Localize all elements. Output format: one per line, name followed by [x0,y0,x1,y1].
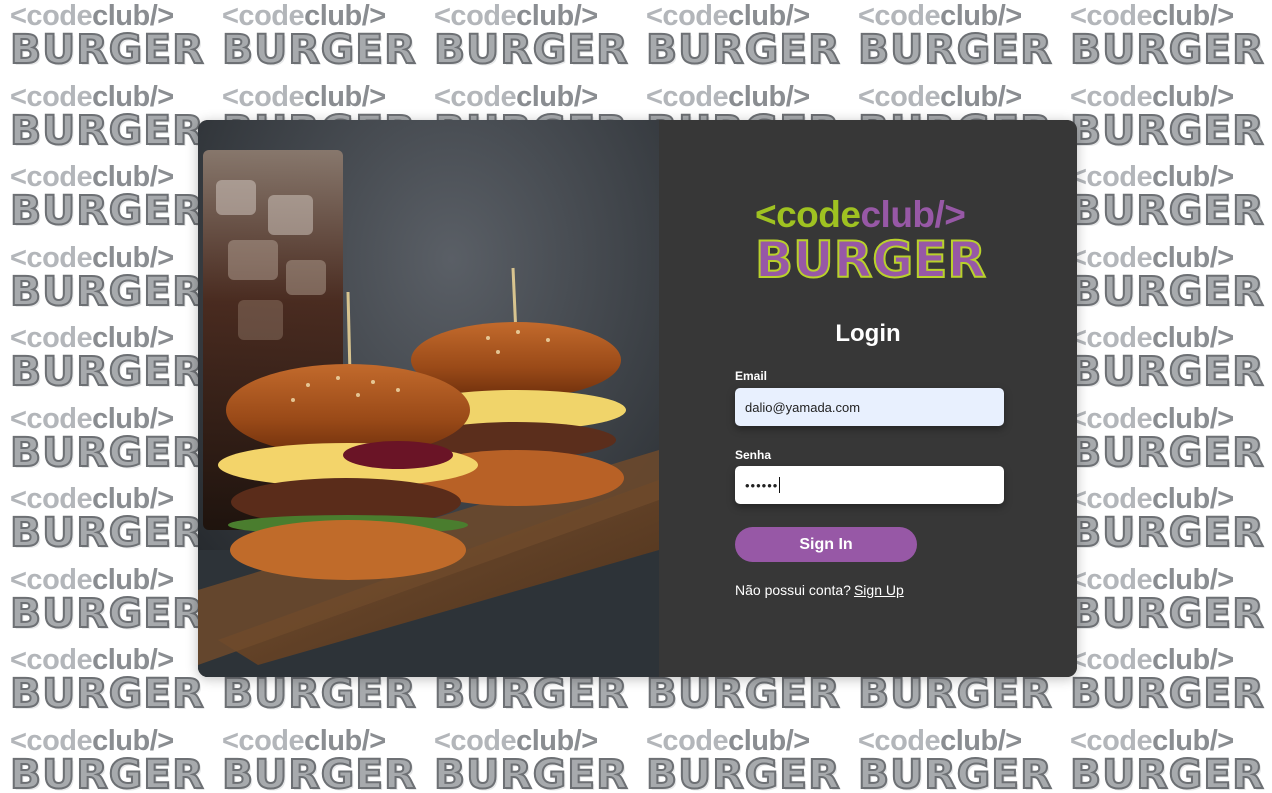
background-logo-tile: <codeclub/>BURGER [424,725,636,793]
background-logo-burger: BURGER [221,751,417,793]
background-logo-burger: BURGER [1069,188,1265,234]
background-logo-tile: <codeclub/>BURGER [0,403,212,483]
background-logo-tile: <codeclub/>BURGER [1060,81,1272,161]
background-logo-burger: BURGER [9,751,205,793]
sign-in-button[interactable]: Sign In [735,527,917,562]
background-logo-burger: BURGER [1069,671,1265,717]
background-logo-burger: BURGER [9,268,205,315]
background-logo-burger: BURGER [1069,590,1265,637]
background-logo-tile: <codeclub/>BURGER [1060,725,1272,793]
password-field[interactable]: •••••• [735,466,1004,504]
background-logo-burger: BURGER [857,671,1053,717]
background-logo-burger: BURGER [9,590,205,637]
background-logo-burger: BURGER [1069,751,1265,793]
background-logo-burger: BURGER [221,671,417,717]
logo-code-text: <code [755,194,861,235]
background-logo-tile: <codeclub/>BURGER [1060,161,1272,241]
background-logo-burger: BURGER [9,107,205,154]
text-caret [779,477,781,493]
background-logo-tile: <codeclub/>BURGER [1060,483,1272,563]
background-logo-tile: <codeclub/>BURGER [0,242,212,322]
burger-photo [198,120,659,677]
background-logo-tile: <codeclub/>BURGER [848,0,1060,80]
background-logo-burger: BURGER [1069,107,1265,154]
burger-photo-illustration [198,120,659,677]
background-logo-burger: BURGER [433,671,629,717]
background-logo-burger: BURGER [1069,268,1265,315]
background-logo-burger: BURGER [857,751,1053,793]
background-logo-tile: <codeclub/>BURGER [0,564,212,644]
background-logo-tile: <codeclub/>BURGER [1060,242,1272,322]
background-logo-burger: BURGER [1069,27,1265,73]
page-title: Login [835,320,901,347]
email-field-value: dalio@yamada.com [745,399,861,415]
background-logo-burger: BURGER [9,671,205,717]
logo-club-text: club/> [860,194,966,235]
background-logo-burger: BURGER [645,27,841,73]
background-logo-burger: BURGER [1069,349,1265,395]
background-logo-burger: BURGER [1069,429,1265,476]
background-logo-tile: <codeclub/>BURGER [0,161,212,241]
background-logo-tile: <codeclub/>BURGER [636,725,848,793]
background-logo-tile: <codeclub/>BURGER [0,483,212,563]
background-logo-tile: <codeclub/>BURGER [1060,644,1272,724]
email-field[interactable]: dalio@yamada.com [735,388,1004,426]
background-logo-burger: BURGER [9,510,205,556]
login-form-panel: <codeclub/> BURGER Login Email dalio@yam… [659,120,1077,677]
background-logo-burger: BURGER [9,349,205,395]
background-logo-burger: BURGER [645,751,841,793]
login-card: <codeclub/> BURGER Login Email dalio@yam… [198,120,1077,677]
background-logo-burger: BURGER [645,671,841,717]
background-logo-tile: <codeclub/>BURGER [0,81,212,161]
codeclub-burger-logo: <codeclub/> BURGER [754,194,995,290]
background-logo-burger: BURGER [9,27,205,73]
signup-prompt-line: Não possui conta? Sign Up [735,582,904,598]
background-logo-tile: <codeclub/>BURGER [0,0,212,80]
email-label: Email [735,369,768,383]
sign-up-link[interactable]: Sign Up [854,582,904,598]
signup-prompt-text: Não possui conta? [735,582,851,598]
background-logo-tile: <codeclub/>BURGER [212,725,424,793]
background-logo-burger: BURGER [9,429,205,476]
background-logo-burger: BURGER [1069,510,1265,556]
password-label: Senha [735,448,772,462]
logo-burger-text: BURGER [754,231,987,289]
background-logo-tile: <codeclub/>BURGER [1060,564,1272,644]
background-logo-burger: BURGER [9,188,205,234]
background-logo-tile: <codeclub/>BURGER [1060,0,1272,80]
background-logo-tile: <codeclub/>BURGER [1060,403,1272,483]
background-logo-burger: BURGER [857,27,1053,73]
background-logo-tile: <codeclub/>BURGER [636,0,848,80]
background-logo-tile: <codeclub/>BURGER [212,0,424,80]
password-field-value: •••••• [745,477,779,493]
background-logo-tile: <codeclub/>BURGER [0,322,212,402]
background-logo-burger: BURGER [221,27,417,73]
background-logo-burger: BURGER [433,27,629,73]
background-logo-tile: <codeclub/>BURGER [424,0,636,80]
background-logo-tile: <codeclub/>BURGER [848,725,1060,793]
background-logo-tile: <codeclub/>BURGER [1060,322,1272,402]
background-logo-burger: BURGER [433,751,629,793]
background-logo-tile: <codeclub/>BURGER [0,725,212,793]
background-logo-tile: <codeclub/>BURGER [0,644,212,724]
